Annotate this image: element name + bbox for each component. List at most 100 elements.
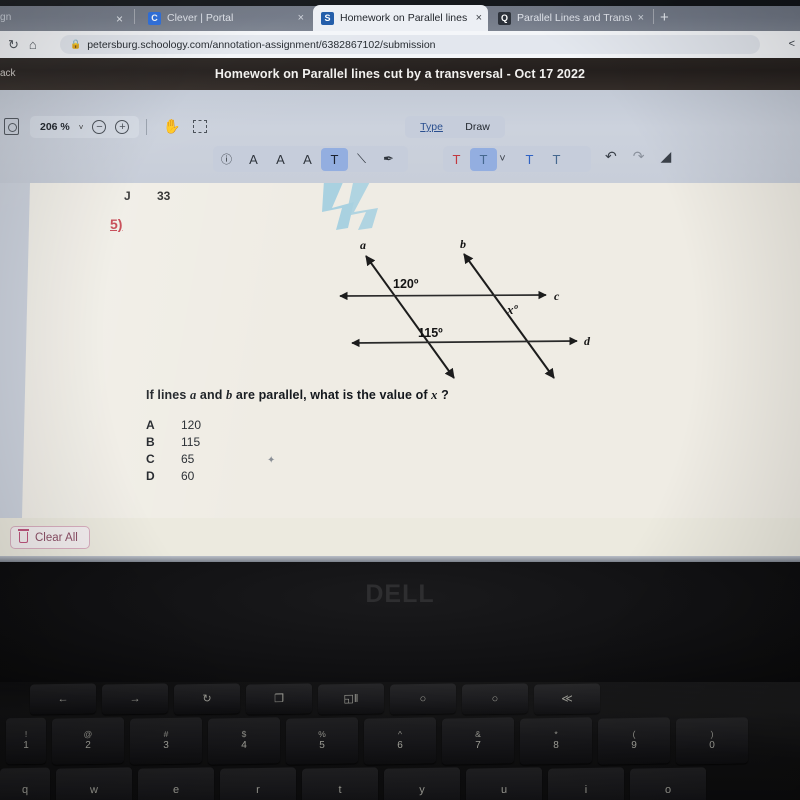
text-tool-icon[interactable]: T [321,147,348,171]
answer-choice-b[interactable]: B 115 [146,435,201,452]
key-reload[interactable]: ↻ [174,683,240,715]
key-y[interactable]: y [384,767,460,800]
key-label: u [500,783,508,796]
key-shift-label: # [163,729,169,740]
key-r[interactable]: r [220,767,296,800]
browser-tab-clever[interactable]: C Clever | Portal × [140,5,310,31]
highlight-annotation [322,183,378,230]
choice-value: 60 [181,469,195,483]
page-thumbnail-icon[interactable] [4,118,19,135]
key-label: → [129,692,141,705]
key-t[interactable]: t [302,767,378,800]
tab-title: Clever | Portal [167,12,234,24]
document-bottom-bar: Clear All [0,518,800,558]
key-label: r [256,783,260,796]
share-icon[interactable]: < [789,38,795,50]
browser-tab-homework[interactable]: S Homework on Parallel lines cut b × [313,5,488,31]
toolbar-row-format: ⓘ A A A T ⟍ ✒ T T ˅ T T [0,146,800,224]
question-number: 5) [110,216,123,232]
text-color-blue-icon[interactable]: T [516,148,543,171]
keyboard-letter-row: q w e r t y u i o [0,767,712,800]
strikethrough-text-icon[interactable]: A [267,148,294,171]
key-brightness-down[interactable]: ○ [390,683,456,715]
key-4[interactable]: $ 4 [208,717,280,765]
answer-choice-c[interactable]: C 65 [146,452,201,469]
key-w[interactable]: w [56,767,132,800]
chevron-down-icon[interactable]: ˅ [489,148,516,171]
squiggly-underline-icon[interactable]: A [294,148,321,171]
key-brightness-up[interactable]: ○ [462,683,528,715]
key-e[interactable]: e [138,767,214,800]
eraser-button[interactable]: ◢ [660,148,671,165]
key-forward[interactable]: → [102,683,168,715]
key-shift-label: $ [241,729,247,740]
underline-text-icon[interactable]: A [240,148,267,171]
zoom-level-value[interactable]: 206 % [40,121,70,133]
tab-draw[interactable]: Draw [465,121,490,133]
browser-tab-parallel-lines[interactable]: Q Parallel Lines and Transversals × [490,5,650,31]
key-8[interactable]: * 8 [520,717,592,765]
trash-icon [18,529,29,543]
key-mute[interactable]: ≪ [534,683,600,715]
zoom-in-button[interactable]: + [115,120,130,134]
address-bar[interactable]: 🔒 petersburg.schoology.com/annotation-as… [60,35,760,54]
key-5[interactable]: % 5 [286,717,358,765]
question-text-post: are parallel, what is the value of [232,388,432,402]
text-color-slate-icon[interactable]: T [543,148,570,171]
back-link[interactable]: ack [0,68,16,79]
new-tab-button[interactable]: + [660,10,669,25]
clear-all-button[interactable]: Clear All [10,526,90,549]
answer-choice-a[interactable]: A 120 [146,418,201,435]
key-shift-label: & [475,729,481,740]
svg-text:115º: 115º [418,326,443,340]
history-button-group: ↶ ↷ ◢ [605,148,671,165]
tab-type[interactable]: Type [420,121,443,133]
key-fullscreen[interactable]: ❐ [246,683,312,715]
chevron-down-icon[interactable]: ˅ [79,123,84,132]
redo-button[interactable]: ↷ [633,148,645,165]
answer-choice-d[interactable]: D 60 [146,469,201,486]
key-i[interactable]: i [548,767,624,800]
previous-item-value: 33 [157,189,171,203]
zoom-out-button[interactable]: − [92,120,107,134]
key-overview[interactable]: ◱‖ [318,683,384,715]
signature-icon[interactable]: ⓘ [213,148,240,171]
key-6[interactable]: ^ 6 [364,717,436,765]
key-label: o [664,783,672,796]
key-label: 5 [319,740,325,752]
highlighter-tool-icon[interactable]: ✒ [375,148,402,171]
hand-tool-icon[interactable]: ✋ [163,118,180,135]
pen-tool-icon[interactable]: ⟍ [348,148,375,171]
key-9[interactable]: ( 9 [598,717,670,765]
key-o[interactable]: o [630,767,706,800]
tab-close-icon-0[interactable]: × [116,12,123,26]
key-2[interactable]: @ 2 [52,717,124,765]
reload-icon[interactable]: ↻ [8,38,19,51]
key-label: 7 [475,740,481,752]
key-q[interactable]: q [0,767,50,800]
browser-tab-strip: gn × C Clever | Portal × S Homework on P… [0,0,800,31]
marquee-select-icon[interactable] [193,120,207,133]
key-0[interactable]: ) 0 [676,717,748,765]
question-text: If lines a and b are parallel, what is t… [146,388,449,403]
key-label: 4 [241,740,247,752]
document-page[interactable]: J 33 5) a b c d 120º 115º xº If lines a … [22,183,800,518]
key-3[interactable]: # 3 [130,717,202,765]
browser-omnibox-row: ↻ ⌂ 🔒 petersburg.schoology.com/annotatio… [0,31,800,58]
laptop-screen: gn × C Clever | Portal × S Homework on P… [0,0,800,562]
close-icon[interactable]: × [298,12,304,24]
undo-button[interactable]: ↶ [605,148,617,165]
key-7[interactable]: & 7 [442,717,514,765]
key-label: 0 [709,740,715,752]
key-u[interactable]: u [466,767,542,800]
home-icon[interactable]: ⌂ [29,38,37,51]
key-back[interactable]: ← [30,683,96,715]
tab-divider [134,9,135,24]
close-icon[interactable]: × [638,12,644,24]
close-icon[interactable]: × [476,12,482,24]
key-label: 2 [85,740,91,752]
key-label: 6 [397,740,403,752]
text-color-red-icon[interactable]: T [443,148,470,171]
clear-all-label: Clear All [35,531,78,544]
key-1[interactable]: ! 1 [6,717,46,765]
